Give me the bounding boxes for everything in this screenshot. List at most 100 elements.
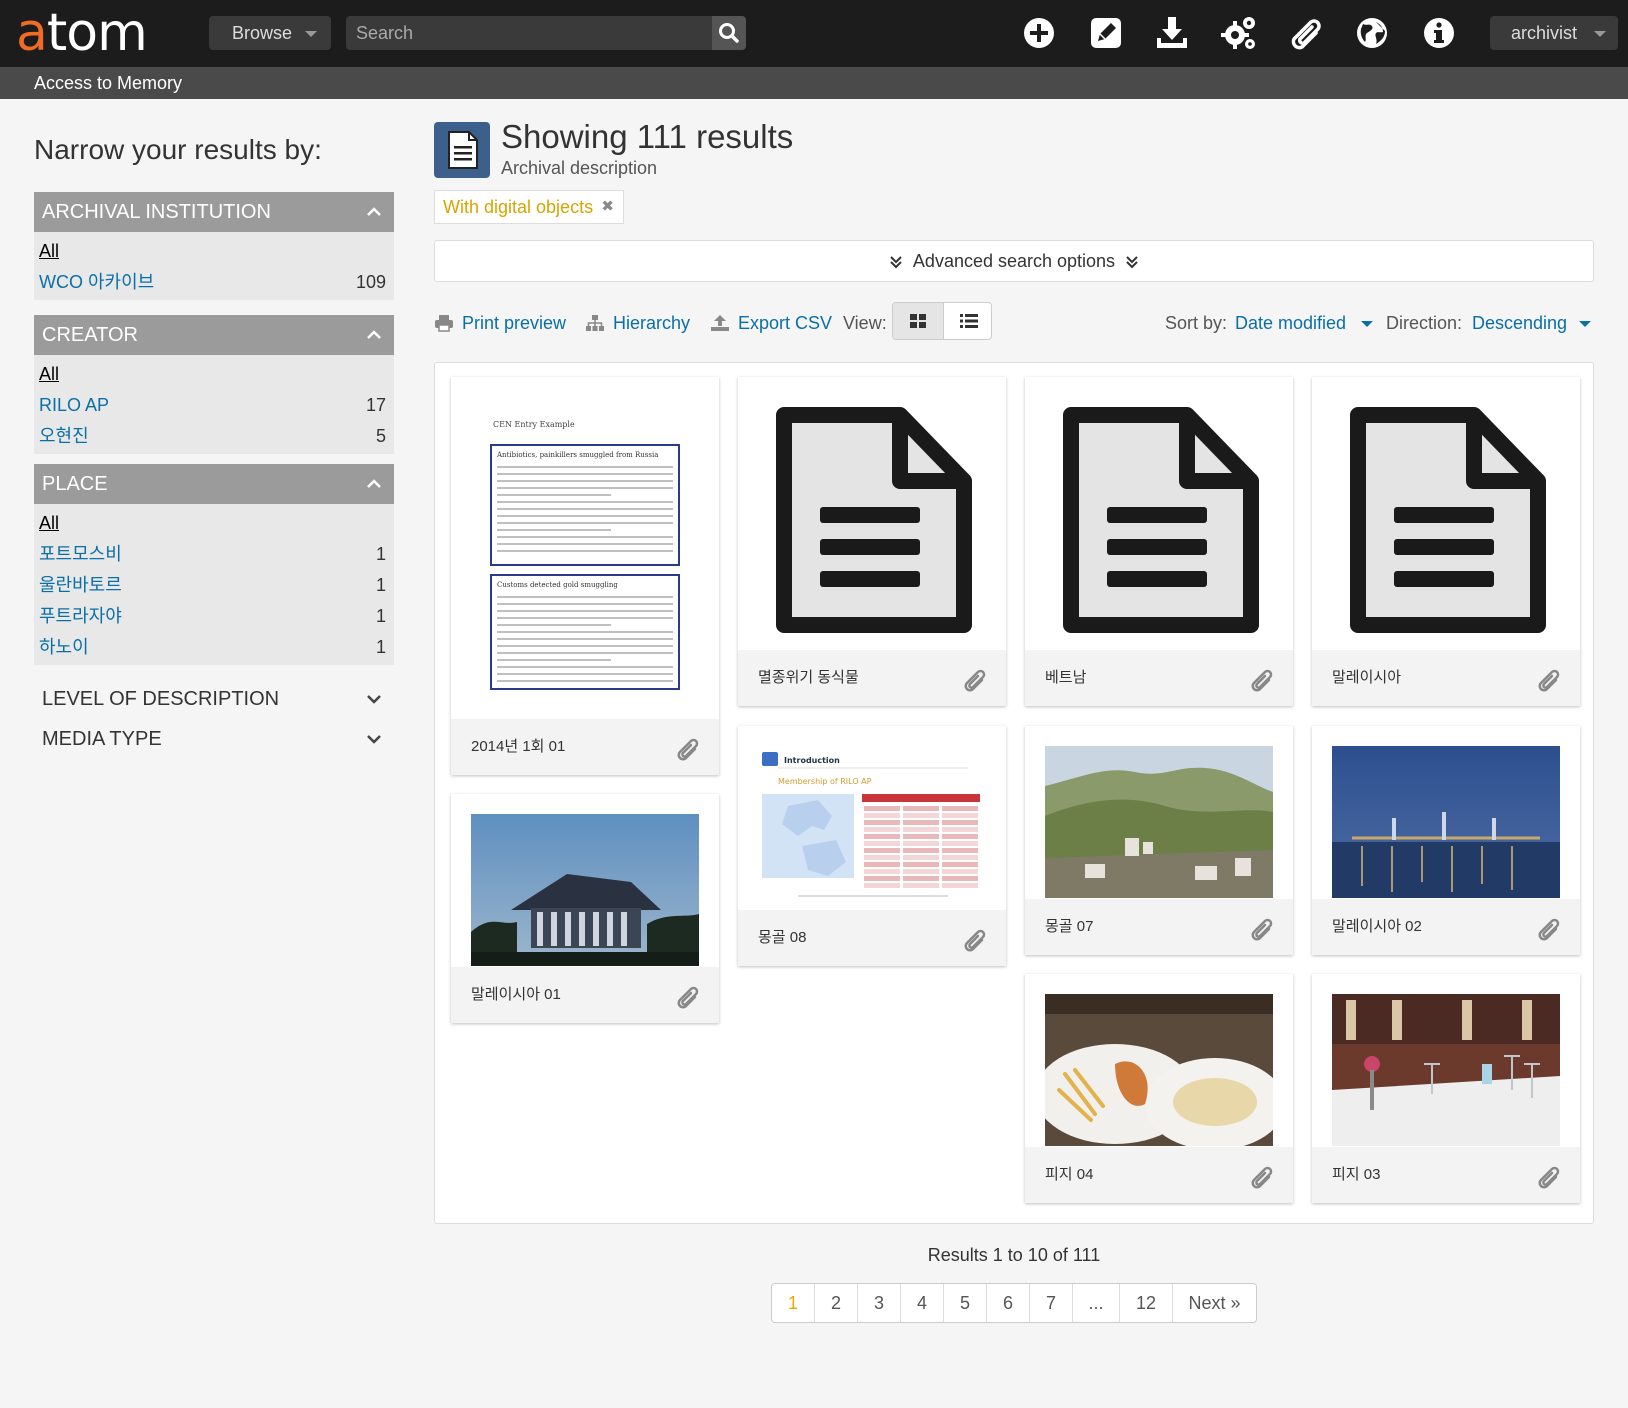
result-title[interactable]: 베트남 bbox=[1045, 669, 1086, 686]
facet-header[interactable]: ARCHIVAL INSTITUTION bbox=[34, 192, 394, 232]
facet-header[interactable]: PLACE bbox=[34, 464, 394, 504]
page-link[interactable]: 6 bbox=[987, 1284, 1030, 1322]
slide-table-cell bbox=[942, 820, 978, 825]
result-card[interactable]: 말레이시아 bbox=[1312, 377, 1580, 706]
paperclip-icon[interactable] bbox=[675, 983, 701, 1009]
thumbnail-dining-room-photo[interactable] bbox=[1332, 994, 1560, 1146]
slide-table-cell bbox=[903, 869, 939, 874]
caret-down-icon bbox=[305, 31, 317, 37]
paperclip-icon[interactable] bbox=[1249, 666, 1275, 692]
thumbnail-slide-map[interactable]: Introduction Membership of RILO AP bbox=[758, 746, 986, 908]
result-title[interactable]: 몽골 08 bbox=[758, 929, 806, 946]
export-csv-link[interactable]: Export CSV bbox=[710, 306, 832, 340]
result-title[interactable]: 말레이시아 bbox=[1332, 669, 1401, 686]
paperclip-icon[interactable] bbox=[1536, 666, 1562, 692]
print-preview-link[interactable]: Print preview bbox=[434, 306, 566, 340]
paperclip-icon[interactable] bbox=[1536, 915, 1562, 941]
generic-file-icon[interactable] bbox=[1346, 407, 1546, 637]
result-card[interactable]: 피지 03 bbox=[1312, 974, 1580, 1203]
facet-count: 109 bbox=[355, 272, 386, 292]
list-icon bbox=[960, 314, 978, 328]
facet-link[interactable]: RILO AP bbox=[39, 395, 109, 415]
result-card[interactable]: 말레이시아 01 bbox=[451, 794, 719, 1023]
next-page-link[interactable]: Next » bbox=[1173, 1284, 1256, 1322]
advanced-search-toggle[interactable]: Advanced search options bbox=[434, 240, 1594, 282]
caret-down-icon bbox=[1361, 321, 1373, 327]
thumbnail-document-scan[interactable]: CEN Entry Example Antibiotics, painkille… bbox=[471, 397, 699, 697]
facet-link[interactable]: All bbox=[39, 513, 59, 533]
page-link[interactable]: 2 bbox=[815, 1284, 858, 1322]
top-navbar: atom Browse archivist bbox=[0, 0, 1628, 67]
page-link[interactable]: 4 bbox=[901, 1284, 944, 1322]
admin-menu-button[interactable] bbox=[1220, 14, 1258, 52]
facet-header[interactable]: LEVEL OF DESCRIPTION bbox=[34, 679, 394, 719]
page-link[interactable]: 12 bbox=[1120, 1284, 1173, 1322]
facet-header[interactable]: MEDIA TYPE bbox=[34, 719, 394, 759]
generic-file-icon[interactable] bbox=[1059, 407, 1259, 637]
result-card[interactable]: 말레이시아 02 bbox=[1312, 726, 1580, 955]
atom-logo[interactable]: atom bbox=[16, 4, 148, 62]
page-link[interactable]: 3 bbox=[858, 1284, 901, 1322]
slide-table-cell bbox=[864, 869, 900, 874]
browse-menu-button[interactable]: Browse bbox=[209, 16, 331, 50]
result-title[interactable]: 2014년 1회 01 bbox=[471, 738, 565, 755]
add-menu-button[interactable] bbox=[1020, 14, 1058, 52]
facet-link[interactable]: 하노이 bbox=[39, 637, 89, 657]
search-icon bbox=[719, 23, 739, 43]
result-card[interactable]: Introduction Membership of RILO AP 몽골 08 bbox=[738, 726, 1006, 966]
facet-link[interactable]: All bbox=[39, 241, 59, 261]
paperclip-icon[interactable] bbox=[675, 735, 701, 761]
remove-filter-icon[interactable]: ✖ bbox=[601, 191, 614, 223]
result-title[interactable]: 멸종위기 동식물 bbox=[758, 669, 859, 686]
site-title[interactable]: Access to Memory bbox=[34, 73, 182, 93]
paperclip-icon[interactable] bbox=[1249, 1163, 1275, 1189]
manage-menu-button[interactable] bbox=[1087, 14, 1125, 52]
direction-label: Direction: bbox=[1386, 313, 1463, 333]
direction-dropdown[interactable]: Descending bbox=[1472, 306, 1567, 340]
quick-links-menu-button[interactable] bbox=[1420, 14, 1458, 52]
generic-file-icon[interactable] bbox=[772, 407, 972, 637]
result-title[interactable]: 피지 04 bbox=[1045, 1166, 1093, 1183]
slide-table-cell bbox=[903, 806, 939, 811]
page-link[interactable]: 7 bbox=[1030, 1284, 1073, 1322]
result-title[interactable]: 말레이시아 02 bbox=[1332, 918, 1422, 935]
user-menu-button[interactable]: archivist bbox=[1490, 16, 1618, 50]
table-view-button[interactable] bbox=[943, 303, 991, 339]
facet-link[interactable]: 울란바토르 bbox=[39, 575, 122, 595]
page-link[interactable]: 1 bbox=[772, 1284, 815, 1322]
paperclip-icon[interactable] bbox=[962, 666, 988, 692]
result-card[interactable]: 베트남 bbox=[1025, 377, 1293, 706]
import-menu-button[interactable] bbox=[1153, 14, 1191, 52]
search-input[interactable] bbox=[346, 16, 712, 50]
facet-link[interactable]: 포트모스비 bbox=[39, 544, 122, 564]
result-card[interactable]: 멸종위기 동식물 bbox=[738, 377, 1006, 706]
result-card[interactable]: CEN Entry Example Antibiotics, painkille… bbox=[451, 377, 719, 775]
chevron-down-icon bbox=[367, 735, 381, 744]
search-button[interactable] bbox=[712, 16, 746, 50]
page-link[interactable]: 5 bbox=[944, 1284, 987, 1322]
language-menu-button[interactable] bbox=[1353, 14, 1391, 52]
paperclip-icon[interactable] bbox=[1249, 915, 1275, 941]
clipboard-menu-button[interactable] bbox=[1287, 14, 1325, 52]
result-card[interactable]: 피지 04 bbox=[1025, 974, 1293, 1203]
slide-table-cell bbox=[903, 820, 939, 825]
result-title[interactable]: 피지 03 bbox=[1332, 1166, 1380, 1183]
facet-link[interactable]: All bbox=[39, 364, 59, 384]
result-title[interactable]: 몽골 07 bbox=[1045, 918, 1093, 935]
hierarchy-link[interactable]: Hierarchy bbox=[585, 306, 690, 340]
paperclip-icon[interactable] bbox=[1536, 1163, 1562, 1189]
thumbnail-food-photo[interactable] bbox=[1045, 994, 1273, 1146]
facet-link[interactable]: 오현진 bbox=[39, 426, 89, 446]
thumbnail-bridge-night-photo[interactable] bbox=[1332, 746, 1560, 898]
card-view-button[interactable] bbox=[893, 303, 943, 339]
facet-link[interactable]: WCO 아카이브 bbox=[39, 272, 154, 292]
facet-link[interactable]: 푸트라자야 bbox=[39, 606, 122, 626]
result-title[interactable]: 말레이시아 01 bbox=[471, 986, 561, 1003]
facet-count: 5 bbox=[375, 426, 386, 446]
sort-by-dropdown[interactable]: Date modified bbox=[1235, 306, 1346, 340]
svg-text:CEN Entry Example: CEN Entry Example bbox=[493, 420, 575, 429]
paperclip-icon[interactable] bbox=[962, 926, 988, 952]
thumbnail-hills-photo[interactable] bbox=[1045, 746, 1273, 898]
result-card[interactable]: 몽골 07 bbox=[1025, 726, 1293, 955]
thumbnail-building-photo[interactable] bbox=[471, 814, 699, 966]
